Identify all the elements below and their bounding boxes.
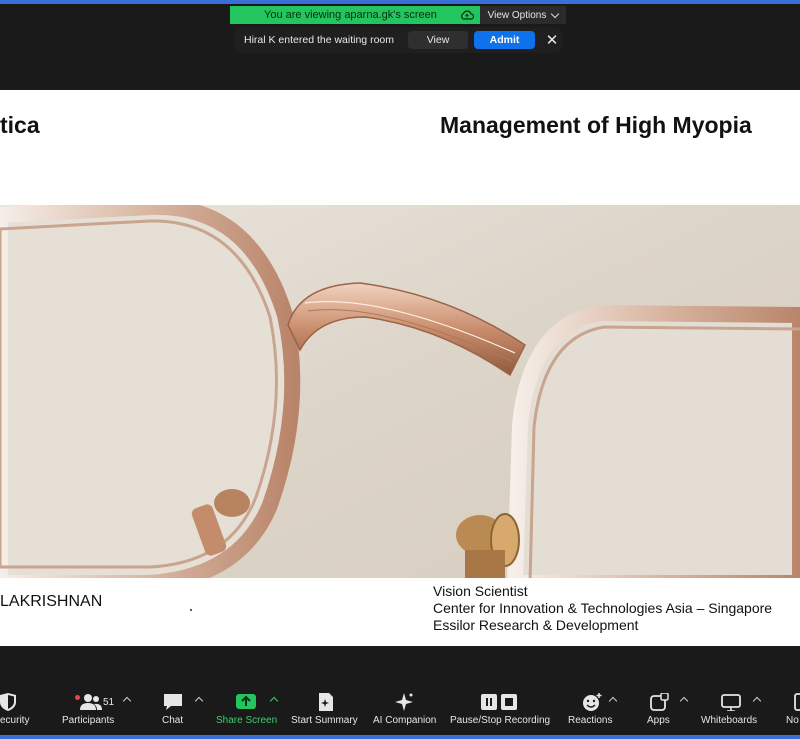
viewing-banner: You are viewing aparna.gk's screen View … xyxy=(230,6,566,24)
ai-companion-label: AI Companion xyxy=(373,715,437,726)
active-share-border-top xyxy=(0,0,800,4)
chevron-down-icon xyxy=(551,9,560,18)
security-label: ecurity xyxy=(0,715,30,726)
apps-button[interactable]: Apps xyxy=(644,688,674,735)
admit-button[interactable]: Admit xyxy=(474,31,535,49)
chat-icon xyxy=(164,694,182,710)
notes-button[interactable]: No xyxy=(782,688,800,735)
slide-dot xyxy=(190,609,192,611)
shared-screen-slide: tica Management of High Myopia LAKRISHNA… xyxy=(0,90,800,646)
apps-icon xyxy=(650,693,669,711)
emoji-icon xyxy=(583,693,602,711)
participants-count: 51 xyxy=(103,697,115,708)
share-screen-label: Share Screen xyxy=(216,715,278,726)
speaker-department: Essilor Research & Development xyxy=(433,617,639,633)
reactions-button[interactable]: Reactions xyxy=(566,688,614,735)
speaker-info: Vision Scientist Center for Innovation &… xyxy=(433,583,772,634)
chat-button[interactable]: Chat xyxy=(158,688,188,735)
meeting-toolbar: ecurity 51 Participants Chat Share Scree… xyxy=(0,688,800,735)
notes-label: No xyxy=(786,715,799,726)
participants-caret-icon[interactable] xyxy=(122,696,132,706)
participants-label: Participants xyxy=(62,715,115,726)
participants-button[interactable]: 51 Participants xyxy=(60,688,120,735)
whiteboard-icon xyxy=(721,694,741,711)
participants-icon xyxy=(80,694,102,710)
whiteboards-label: Whiteboards xyxy=(701,715,758,726)
zoom-window: You are viewing aparna.gk's screen View … xyxy=(0,0,800,739)
eyeglasses-photo xyxy=(0,205,800,578)
waiting-room-message: Hiral K entered the waiting room xyxy=(244,34,394,46)
notes-icon xyxy=(794,693,800,711)
apps-label: Apps xyxy=(647,715,670,726)
view-options-button[interactable]: View Options xyxy=(480,6,566,24)
active-share-border-bottom xyxy=(0,735,800,739)
reactions-label: Reactions xyxy=(568,715,613,726)
waiting-room-notification: Hiral K entered the waiting room View Ad… xyxy=(234,27,562,53)
close-icon[interactable]: ✕ xyxy=(543,31,561,49)
chat-caret-icon[interactable] xyxy=(194,696,204,706)
share-screen-icon xyxy=(236,694,256,709)
sparkle-icon xyxy=(395,693,413,711)
security-button[interactable]: ecurity xyxy=(0,688,40,735)
viewing-indicator: You are viewing aparna.gk's screen xyxy=(230,6,480,24)
pause-stop-recording-button[interactable]: Pause/Stop Recording xyxy=(448,688,552,735)
summary-document-icon xyxy=(319,693,333,711)
pause-stop-icon xyxy=(481,694,517,710)
view-waiting-room-button[interactable]: View xyxy=(408,31,468,49)
speaker-organization: Center for Innovation & Technologies Asi… xyxy=(433,600,773,616)
apps-caret-icon[interactable] xyxy=(679,696,689,706)
viewing-text: You are viewing aparna.gk's screen xyxy=(264,9,437,21)
start-summary-label: Start Summary xyxy=(291,715,358,726)
slide-left-title: tica xyxy=(0,112,40,138)
view-options-label: View Options xyxy=(487,9,547,21)
start-summary-button[interactable]: Start Summary xyxy=(290,688,360,735)
shield-icon xyxy=(0,693,16,711)
ai-companion-button[interactable]: AI Companion xyxy=(372,688,438,735)
speaker-name: LAKRISHNAN xyxy=(0,593,103,610)
share-screen-button[interactable]: Share Screen xyxy=(214,688,278,735)
slide-title: Management of High Myopia xyxy=(440,112,752,138)
whiteboards-button[interactable]: Whiteboards xyxy=(700,688,760,735)
pause-stop-recording-label: Pause/Stop Recording xyxy=(450,715,551,726)
cloud-icon xyxy=(461,10,474,20)
speaker-title: Vision Scientist xyxy=(433,583,528,599)
chat-label: Chat xyxy=(162,715,184,726)
